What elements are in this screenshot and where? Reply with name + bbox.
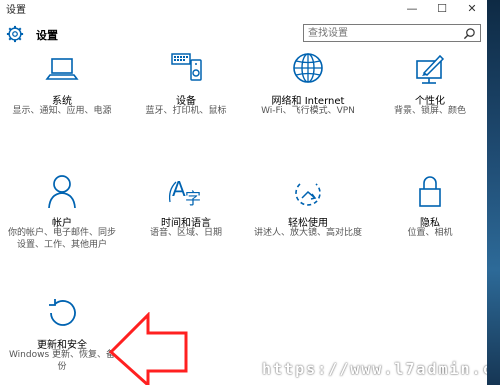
tile-accounts[interactable]: 帐户 你的帐户、电子邮件、同步设置、工作、其他用户	[2, 174, 122, 264]
tile-description: 蓝牙、打印机、鼠标	[145, 106, 227, 116]
tile-privacy[interactable]: 隐私 位置、相机	[370, 174, 487, 249]
tile-network[interactable]: 网络和 Internet Wi-Fi、飞行模式、VPN	[248, 52, 368, 127]
watermark-text: https://www.l7admin.cc	[262, 360, 487, 378]
ease-of-access-icon	[295, 183, 321, 206]
settings-window: 设置 — ☐ ✕ 设置 查找设置 系统 显示、通知、应用、电源 设备 蓝牙、打印…	[0, 0, 487, 385]
search-icon[interactable]	[463, 27, 476, 40]
tile-description: 显示、通知、应用、电源	[12, 106, 112, 116]
search-box[interactable]	[303, 24, 481, 42]
laptop-icon	[45, 58, 79, 80]
maximize-button[interactable]: ☐	[427, 0, 457, 16]
tile-description: 你的帐户、电子邮件、同步设置、工作、其他用户	[7, 228, 116, 250]
person-icon	[48, 175, 76, 209]
tile-ease-of-access[interactable]: 轻松使用 讲述人、放大镜、高对比度	[248, 174, 368, 264]
page-title: 设置	[36, 29, 58, 42]
close-button[interactable]: ✕	[457, 0, 487, 16]
tile-description: Wi-Fi、飞行模式、VPN	[261, 106, 355, 116]
tile-devices[interactable]: 设备 蓝牙、打印机、鼠标	[126, 52, 246, 127]
tile-update-security[interactable]: 更新和安全 Windows 更新、恢复、备份	[2, 296, 122, 376]
tile-description: 背景、锁屏、颜色	[393, 106, 466, 116]
devices-icon	[171, 53, 202, 81]
desktop-background	[487, 0, 500, 385]
window-controls: — ☐ ✕	[397, 0, 487, 16]
tile-system[interactable]: 系统 显示、通知、应用、电源	[2, 52, 122, 127]
minimize-button[interactable]: —	[397, 0, 427, 16]
tile-time-language[interactable]: A 字 时间和语言 语音、区域、日期	[126, 174, 246, 249]
gear-icon	[6, 25, 24, 43]
tile-description: 语音、区域、日期	[149, 228, 222, 238]
time-language-icon: A 字	[168, 177, 201, 208]
window-title: 设置	[6, 5, 26, 16]
tile-personalization[interactable]: 个性化 背景、锁屏、颜色	[370, 52, 487, 127]
personalization-icon	[416, 54, 445, 84]
settings-header: 设置	[0, 20, 487, 50]
search-input[interactable]	[308, 26, 453, 40]
red-arrow-annotation	[108, 312, 188, 385]
globe-icon	[293, 53, 323, 83]
svg-text:字: 字	[185, 189, 201, 208]
title-bar: 设置 — ☐ ✕	[0, 0, 487, 16]
update-icon	[49, 299, 76, 326]
lock-icon	[419, 176, 441, 207]
tile-description: Windows 更新、恢复、备份	[8, 350, 116, 372]
tile-description: 讲述人、放大镜、高对比度	[253, 228, 362, 238]
tile-description: 位置、相机	[407, 228, 453, 238]
svg-text:A: A	[172, 177, 186, 201]
